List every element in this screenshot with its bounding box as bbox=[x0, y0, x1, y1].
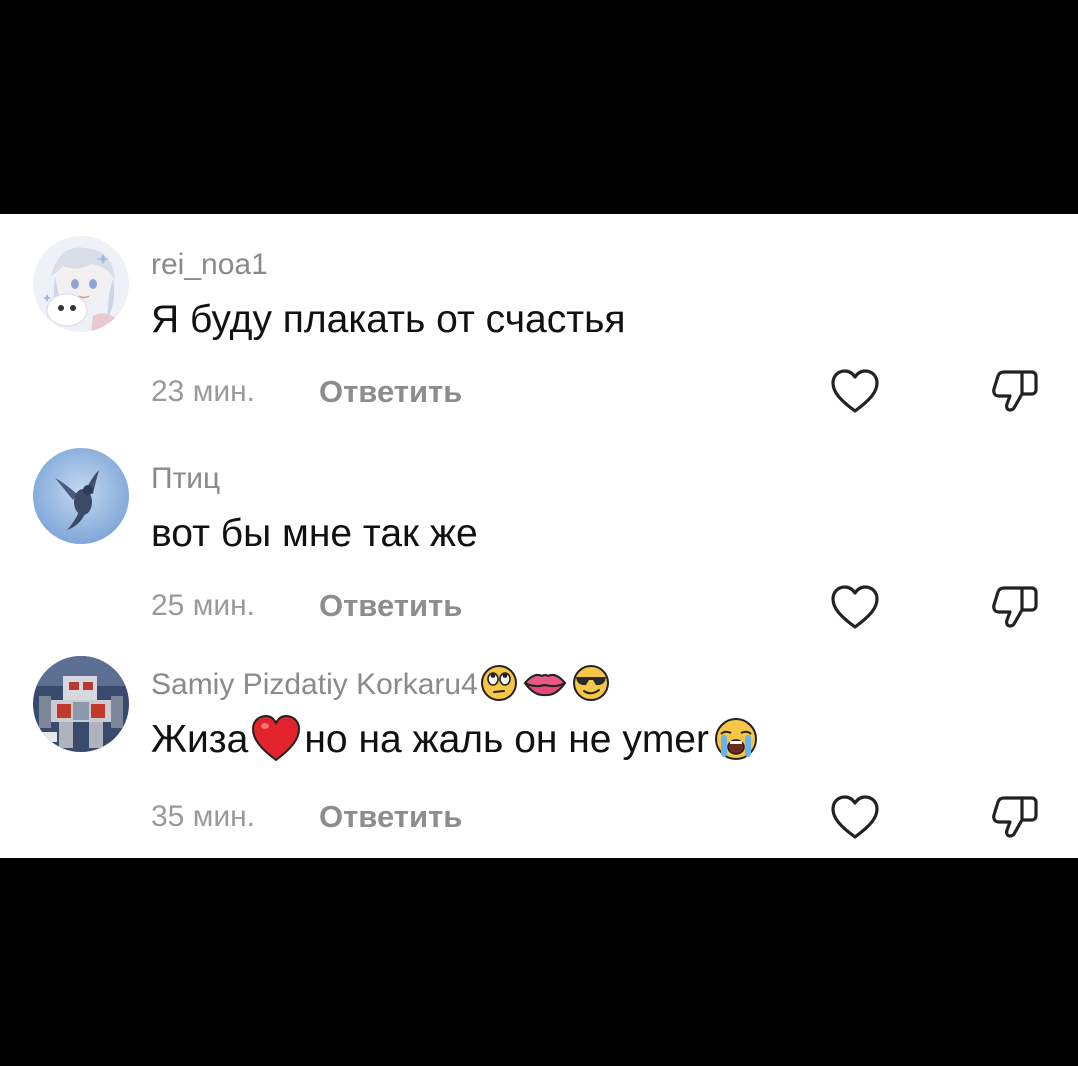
comment-item: Птиц вот бы мне так же 25 мин. Ответить bbox=[0, 428, 1078, 642]
comment-username[interactable]: Птиц bbox=[151, 464, 220, 494]
comment-text: Я буду плакать от счастья bbox=[151, 298, 626, 341]
lips-emoji bbox=[522, 668, 568, 698]
anime-girl-avatar-icon bbox=[33, 236, 129, 332]
red-heart-emoji bbox=[250, 713, 302, 763]
thumbs-down-icon[interactable] bbox=[990, 792, 1040, 842]
comment-text: вот бы мне так же bbox=[151, 512, 478, 555]
avatar[interactable] bbox=[33, 656, 129, 752]
comment-text-part: Жиза bbox=[151, 718, 249, 761]
heart-outline-icon[interactable] bbox=[830, 584, 880, 630]
crying-face-emoji bbox=[713, 716, 759, 762]
heart-outline-icon[interactable] bbox=[830, 368, 880, 414]
robot-avatar-icon bbox=[33, 656, 129, 752]
sunglasses-emoji bbox=[572, 664, 610, 702]
comment-time: 25 мин. bbox=[151, 589, 255, 622]
thumbs-down-icon[interactable] bbox=[990, 366, 1040, 416]
thumbs-down-icon[interactable] bbox=[990, 582, 1040, 632]
comments-panel: rei_noa1 Я буду плакать от счастья 23 ми… bbox=[0, 214, 1078, 858]
bird-avatar-icon bbox=[33, 448, 129, 544]
reply-button[interactable]: Ответить bbox=[319, 590, 462, 621]
comment-username[interactable]: Samiy Pizdatiy Korkaru4 bbox=[151, 665, 610, 702]
reply-button[interactable]: Ответить bbox=[319, 376, 462, 407]
comment-item: rei_noa1 Я буду плакать от счастья 23 ми… bbox=[0, 214, 1078, 428]
comment-username[interactable]: rei_noa1 bbox=[151, 250, 268, 280]
heart-outline-icon[interactable] bbox=[830, 794, 880, 840]
reply-button[interactable]: Ответить bbox=[319, 801, 462, 832]
eye-roll-emoji bbox=[480, 664, 518, 702]
comment-time: 23 мин. bbox=[151, 375, 255, 408]
comment-text: Жиза но на жаль он не ymer bbox=[151, 714, 759, 763]
comment-text-part: но на жаль он не ymer bbox=[304, 718, 709, 761]
comment-item: Samiy Pizdatiy Korkaru4 Жиза но на жаль … bbox=[0, 642, 1078, 856]
comment-time: 35 мин. bbox=[151, 800, 255, 833]
avatar[interactable] bbox=[33, 236, 129, 332]
avatar[interactable] bbox=[33, 448, 129, 544]
username-text[interactable]: Samiy Pizdatiy Korkaru4 bbox=[151, 668, 478, 701]
